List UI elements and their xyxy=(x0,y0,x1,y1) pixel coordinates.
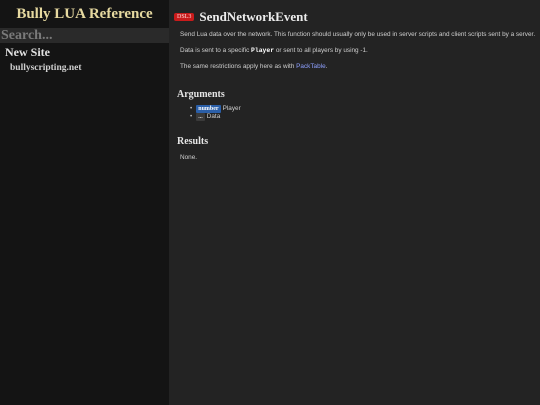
section-heading: New Site xyxy=(5,45,50,59)
description-text: Data is sent to a specific xyxy=(180,47,252,54)
site-title[interactable]: Bully LUA Reference xyxy=(0,0,169,28)
site-link[interactable]: bullyscripting.net xyxy=(10,63,169,73)
argument-item: ... Data xyxy=(190,113,241,121)
page-title: SendNetworkEvent xyxy=(199,9,308,24)
player-code: Player xyxy=(251,47,275,54)
type-tag-varargs: ... xyxy=(196,113,205,121)
description: Send Lua data over the network. This fun… xyxy=(180,31,536,79)
description-paragraph-2: Data is sent to a specific Player or sen… xyxy=(180,47,536,55)
argument-name: Data xyxy=(206,113,221,120)
packtable-link[interactable]: PackTable xyxy=(296,63,325,70)
description-paragraph-1: Send Lua data over the network. This fun… xyxy=(180,31,536,38)
arguments-list: number Player ... Data xyxy=(190,105,241,121)
description-text: . xyxy=(325,63,328,70)
dsl-badge: DSL3 xyxy=(174,13,195,21)
argument-item: number Player xyxy=(190,105,241,113)
description-text: The same restrictions apply here as with xyxy=(180,63,297,70)
description-text: or sent to all players by using -1. xyxy=(274,47,368,54)
main-content: DSL3 SendNetworkEvent Send Lua data over… xyxy=(169,0,540,405)
arguments-heading: Arguments xyxy=(177,89,225,100)
results-heading: Results xyxy=(177,136,209,147)
argument-name: Player xyxy=(222,105,241,112)
results-text: None. xyxy=(180,154,198,161)
search-input[interactable] xyxy=(0,28,169,43)
sidebar: Bully LUA Reference New Site bullyscript… xyxy=(0,0,169,405)
description-paragraph-3: The same restrictions apply here as with… xyxy=(180,63,536,71)
type-tag-number: number xyxy=(196,105,221,113)
title-row: DSL3 SendNetworkEvent xyxy=(174,8,308,26)
